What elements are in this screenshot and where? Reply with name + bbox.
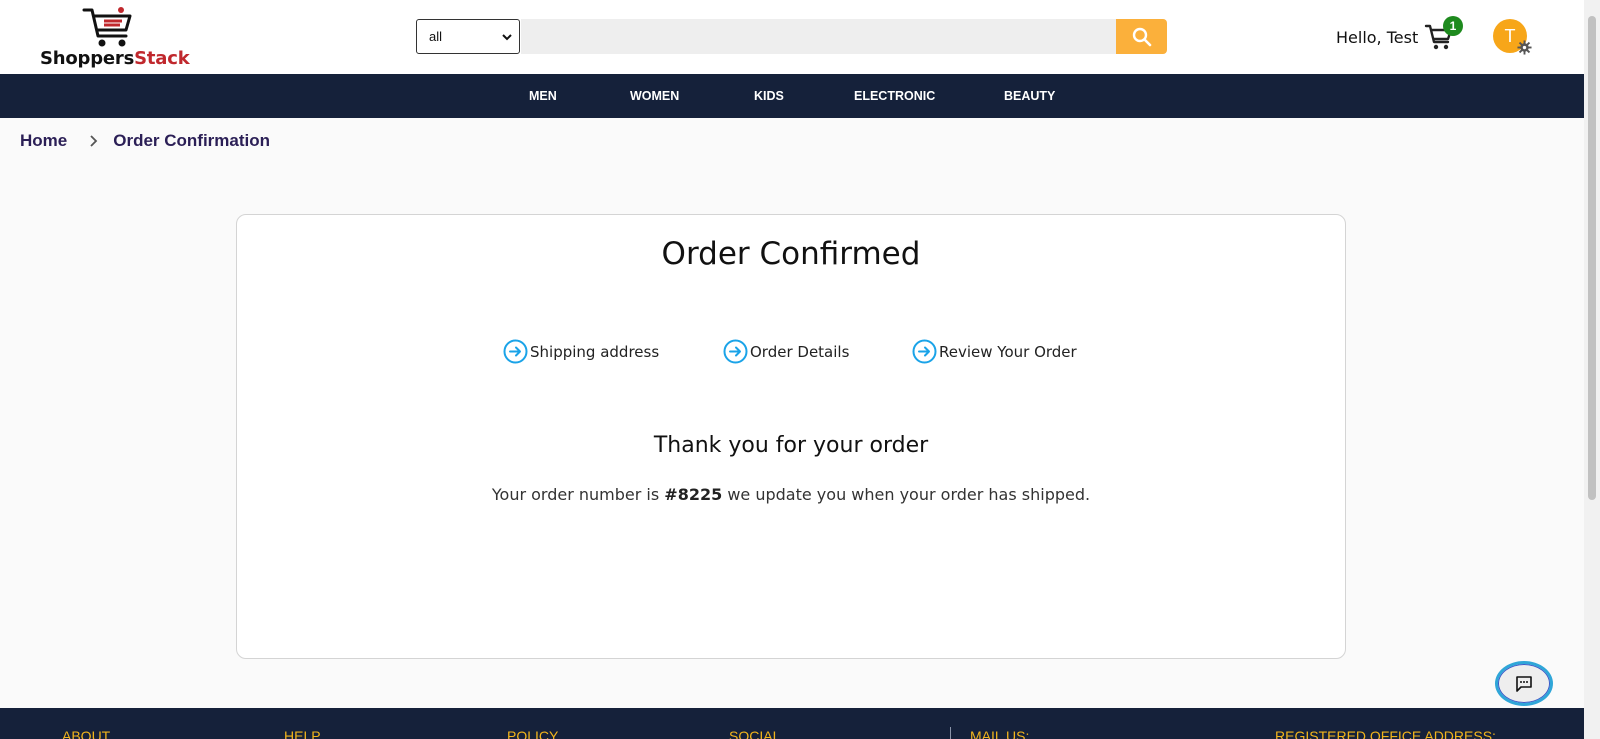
footer-heading-office-address: REGISTERED OFFICE ADDRESS: <box>1275 728 1496 739</box>
nav-item-electronic[interactable]: ELECTRONIC <box>854 89 935 103</box>
logo-text-part2: Stack <box>134 48 190 69</box>
nav-item-men[interactable]: MEN <box>529 89 557 103</box>
footer-divider <box>950 727 951 739</box>
user-greeting: Hello, Test <box>1336 28 1419 47</box>
step-label: Review Your Order <box>939 342 1077 361</box>
step-label: Order Details <box>750 342 850 361</box>
arrow-circle-right-icon <box>503 339 528 364</box>
step-label: Shipping address <box>530 342 660 361</box>
shopping-cart-logo-icon <box>82 7 132 47</box>
order-number: #8225 <box>664 485 723 504</box>
footer-heading-mail: MAIL US: <box>970 728 1030 739</box>
order-msg-prefix: Your order number is <box>491 485 660 504</box>
order-number-message: Your order number is #8225 we update you… <box>237 485 1345 504</box>
chat-button[interactable] <box>1495 661 1553 706</box>
gear-icon[interactable] <box>1517 40 1532 55</box>
breadcrumb: Home Order Confirmation <box>20 131 270 151</box>
search-category-select[interactable]: all <box>416 19 520 54</box>
footer-heading-social: SOCIAL <box>729 728 781 739</box>
arrow-circle-right-icon <box>912 339 937 364</box>
page-title: Order Confirmed <box>661 236 921 272</box>
chevron-down-icon <box>502 34 512 41</box>
nav-item-women[interactable]: WOMEN <box>630 89 679 103</box>
order-confirmation-card: Order Confirmed Shipping address Order D… <box>236 214 1346 659</box>
logo-text-part1: Shoppers <box>40 48 135 69</box>
nav-item-kids[interactable]: KIDS <box>754 89 784 103</box>
logo[interactable]: ShoppersStack <box>38 4 198 70</box>
scrollbar-thumb[interactable] <box>1588 16 1596 500</box>
step-shipping-address[interactable]: Shipping address <box>503 339 659 364</box>
footer-heading-about: ABOUT <box>62 728 111 739</box>
search-category-value: all <box>429 29 443 44</box>
search-icon <box>1132 27 1151 46</box>
search-button[interactable] <box>1116 19 1167 54</box>
chevron-right-icon <box>89 135 99 147</box>
step-review-order[interactable]: Review Your Order <box>912 339 1077 364</box>
chat-icon <box>1516 675 1532 692</box>
thank-you-heading: Thank you for your order <box>653 433 929 458</box>
logo-text: ShoppersStack <box>40 48 190 69</box>
breadcrumb-home[interactable]: Home <box>20 131 67 151</box>
cart-count-badge: 1 <box>1443 16 1463 36</box>
arrow-circle-right-icon <box>723 339 748 364</box>
step-order-details[interactable]: Order Details <box>723 339 849 364</box>
category-nav: MEN WOMEN KIDS ELECTRONIC BEAUTY <box>0 74 1584 118</box>
search-input[interactable] <box>521 19 1117 54</box>
footer-heading-policy: POLICY <box>507 728 559 739</box>
footer-heading-help: HELP <box>284 728 321 739</box>
nav-item-beauty[interactable]: BEAUTY <box>1004 89 1055 103</box>
footer: ABOUT HELP POLICY SOCIAL MAIL US: REGIST… <box>0 708 1584 739</box>
order-msg-suffix: we update you when your order has shippe… <box>727 485 1091 504</box>
breadcrumb-current: Order Confirmation <box>113 131 271 150</box>
header: ShoppersStack all Hello, Test 1 T <box>0 0 1584 74</box>
